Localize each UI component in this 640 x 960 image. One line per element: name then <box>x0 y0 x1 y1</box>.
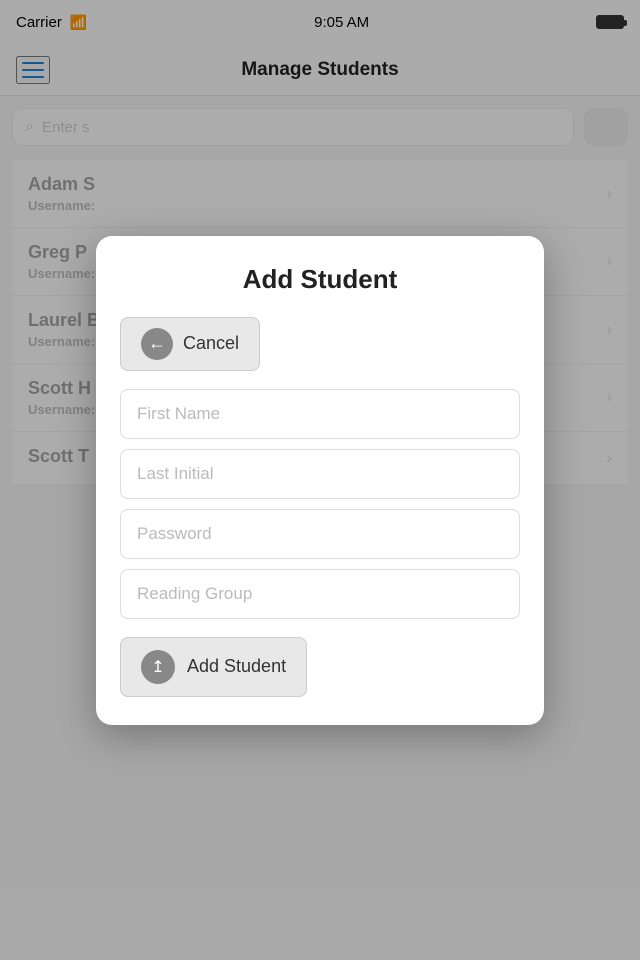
cancel-button[interactable]: ← Cancel <box>120 317 260 371</box>
reading-group-input[interactable] <box>120 569 520 619</box>
add-student-label: Add Student <box>187 656 286 677</box>
cancel-icon: ← <box>141 328 173 360</box>
password-input[interactable] <box>120 509 520 559</box>
first-name-input[interactable] <box>120 389 520 439</box>
add-student-modal: Add Student ← Cancel ↥ Add Student <box>96 236 544 725</box>
modal-title: Add Student <box>120 264 520 295</box>
add-student-button[interactable]: ↥ Add Student <box>120 637 307 697</box>
cancel-label: Cancel <box>183 333 239 354</box>
last-initial-input[interactable] <box>120 449 520 499</box>
add-student-icon: ↥ <box>141 650 175 684</box>
modal-overlay: Add Student ← Cancel ↥ Add Student <box>0 0 640 960</box>
